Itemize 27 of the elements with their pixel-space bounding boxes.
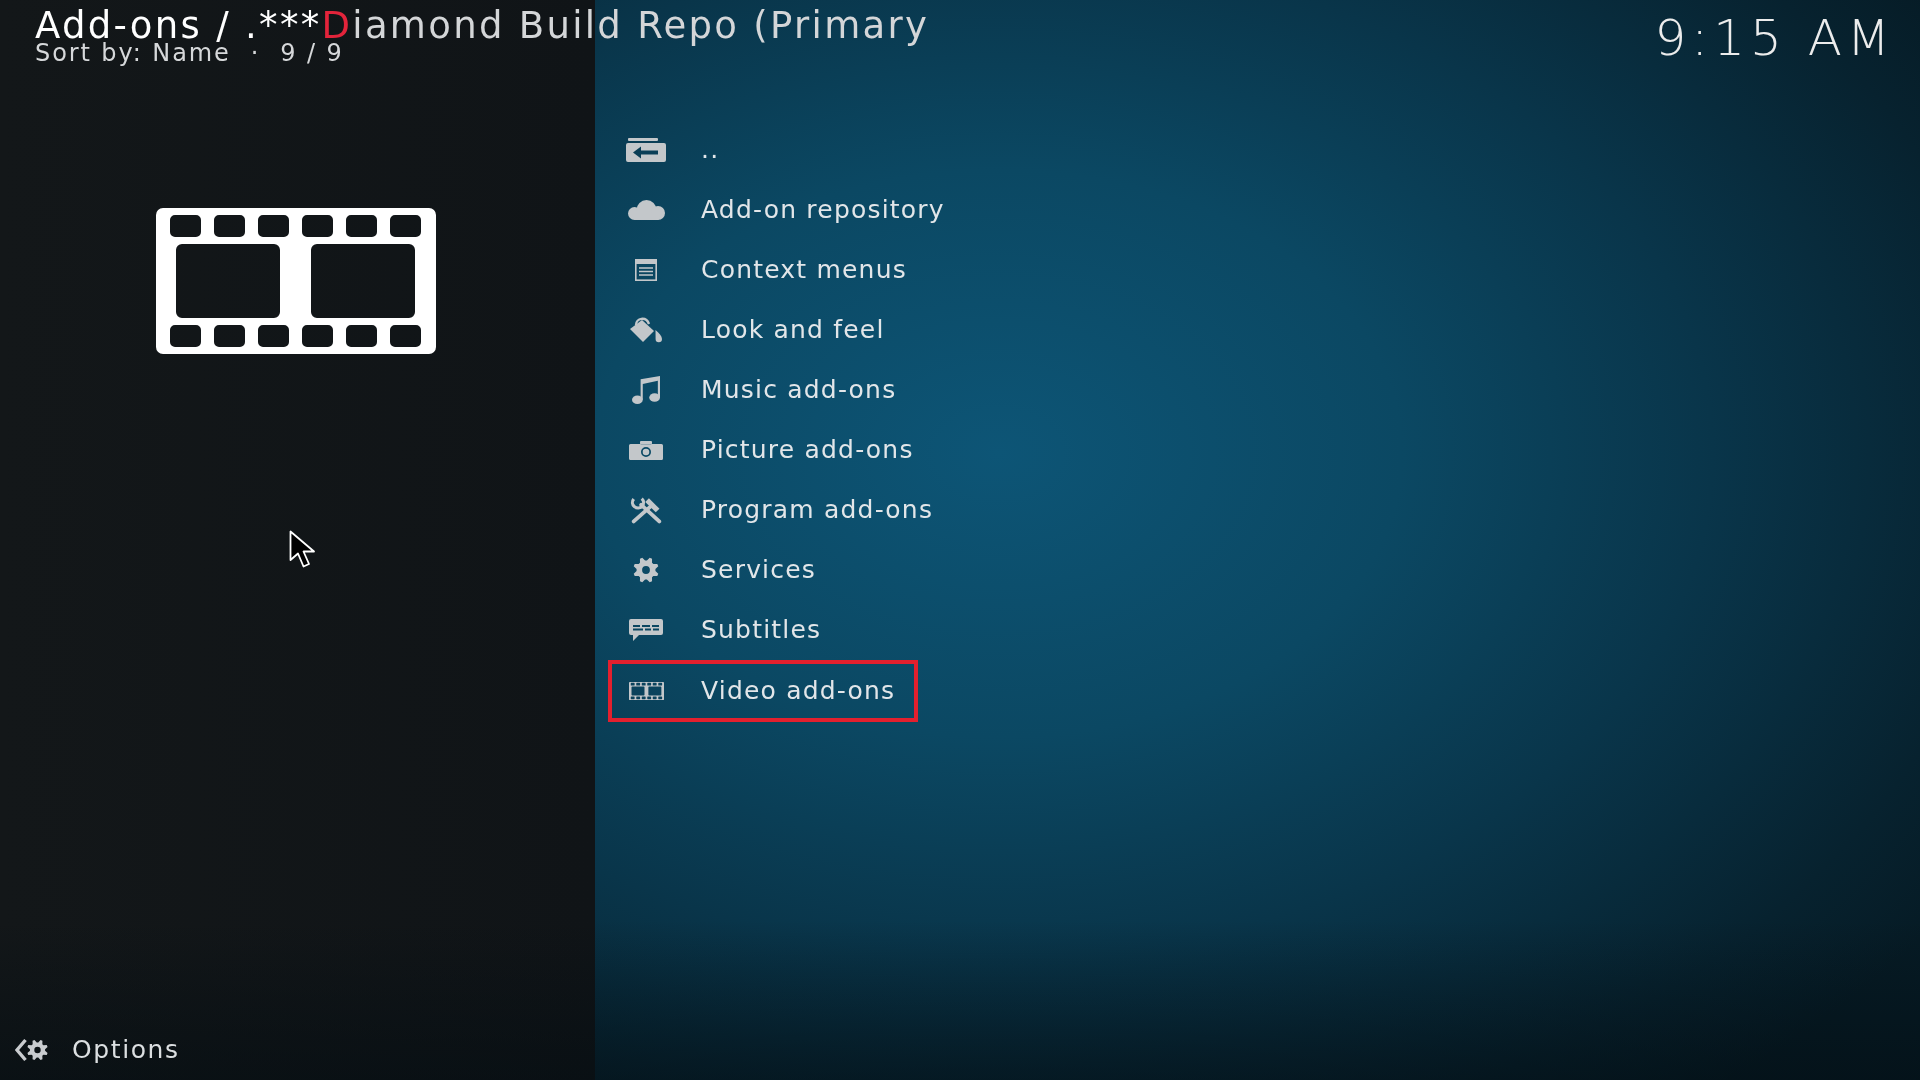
list-item[interactable]: Look and feel — [608, 300, 908, 360]
list-item[interactable]: Services — [608, 540, 840, 600]
item-count: 9 / 9 — [280, 41, 344, 65]
list-item[interactable]: .. — [608, 120, 743, 180]
list-item[interactable]: Subtitles — [608, 600, 845, 660]
list-item[interactable]: Video add-ons — [608, 660, 919, 722]
clock-time: 9:15 AM — [1654, 8, 1895, 63]
folder-arrow-icon — [626, 138, 666, 162]
gear-icon — [633, 557, 659, 583]
list-item[interactable]: Music add-ons — [608, 360, 920, 420]
options-button[interactable]: Options — [15, 1031, 180, 1069]
sort-label: Sort by: Name — [35, 41, 231, 65]
film-strip-icon — [156, 208, 436, 354]
list-item[interactable]: Program add-ons — [608, 480, 957, 540]
cloud-icon — [627, 200, 665, 220]
list-item[interactable]: Picture add-ons — [608, 420, 937, 480]
paint-bucket-icon — [629, 317, 663, 343]
tools-icon — [629, 496, 663, 524]
separator-dot: · — [250, 41, 261, 65]
list-item[interactable]: Context menus — [608, 240, 930, 300]
camera-icon — [629, 440, 663, 460]
film-strip-icon — [628, 682, 664, 700]
chevron-gear-icon — [15, 1037, 48, 1063]
music-note-icon — [632, 376, 660, 404]
speech-bubble-icon — [629, 619, 663, 641]
list-item[interactable]: Add-on repository — [608, 180, 968, 240]
document-list-icon — [635, 259, 657, 281]
